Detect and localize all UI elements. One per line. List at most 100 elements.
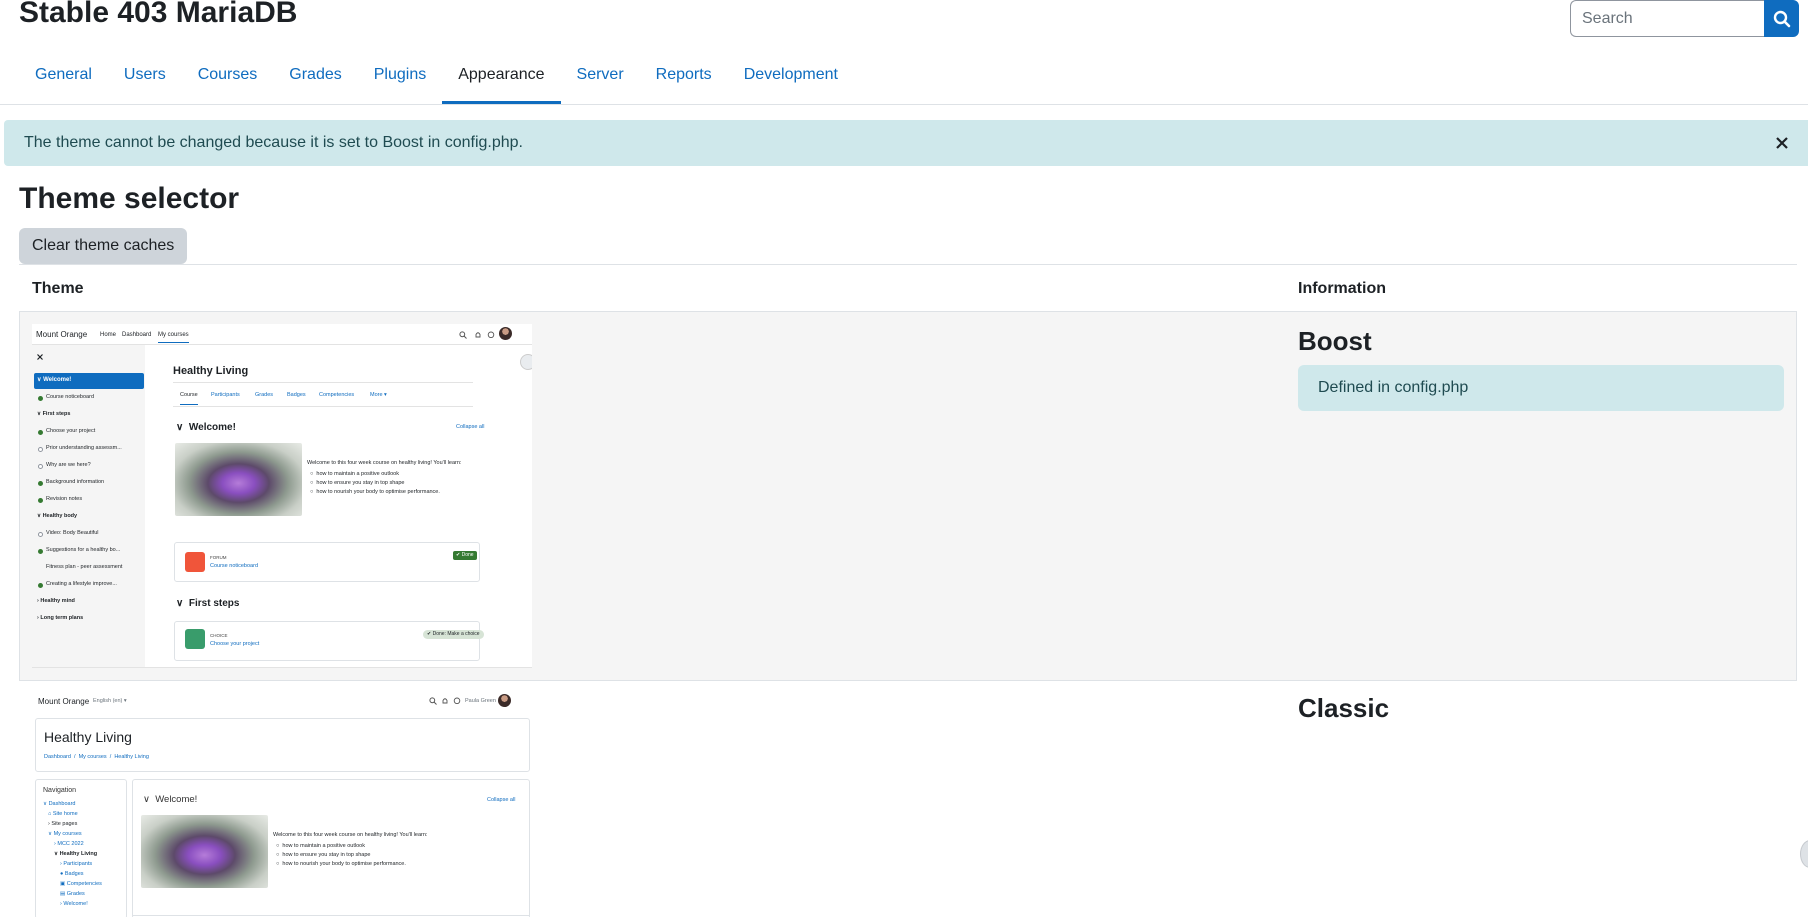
preview-forum-type: FORUM [210,555,227,560]
preview-drawer-item: ∨ Welcome! [37,377,72,383]
site-title: Stable 403 MariaDB [19,0,298,29]
preview-bullet: ○ how to maintain a positive outlook [276,843,365,849]
preview-course-tab: Competencies [319,392,355,398]
search-form [1570,0,1799,37]
preview-section-welcome: ∨ Welcome! [176,422,236,433]
preview-brand: Mount Orange [38,697,90,706]
preview-choice-type: CHOICE [210,633,228,638]
search-input[interactable] [1570,0,1764,37]
preview-bullet: ○ how to ensure you stay in top shape [276,852,371,858]
preview-done-badge: ✔ Done [453,551,477,560]
table-divider [19,264,1797,265]
preview-breadcrumb: Dashboard / My courses / Healthy Living [44,754,149,760]
tab-server[interactable]: Server [561,58,640,104]
preview-drawer-item: Suggestions for a healthy bo... [46,547,121,553]
theme-name-boost: Boost [1298,326,1372,356]
preview-nav-item: ⌂ Site home [48,811,78,817]
preview-drawer-item: Creating a lifestyle improve... [46,581,117,587]
preview-forum-name: Course noticeboard [210,563,259,569]
preview-chat-icon [487,331,495,339]
preview-course-tab: Badges [287,392,306,398]
preview-course-tab: Grades [255,392,274,398]
preview-drawer-item: Background information [46,479,105,485]
preview-search-icon [429,697,437,705]
preview-intro: Welcome to this four week course on heal… [273,832,428,838]
preview-drawer-item: Prior understanding assessm... [46,445,122,451]
preview-forum-icon [185,552,205,572]
preview-nav-item: › Participants [60,861,93,867]
preview-nav-item: ∨ My courses [48,831,82,837]
defined-in-config-badge: Defined in config.php [1298,365,1784,411]
admin-tabs: General Users Courses Grades Plugins App… [19,58,854,104]
search-icon [1773,10,1790,27]
preview-avatar [499,327,512,340]
preview-nav-item: › Site pages [48,821,78,827]
preview-bell-icon [475,332,481,338]
preview-nav-item: ∨ Healthy Living [54,851,98,857]
theme-name-classic: Classic [1298,693,1390,723]
tab-users[interactable]: Users [108,58,182,104]
preview-bullet: ○ how to nourish your body to optimise p… [276,861,406,867]
preview-bell-icon [442,698,448,704]
preview-nav-item: › MCC 2022 [54,841,84,847]
preview-drawer-section: ∨ First steps [37,411,71,417]
preview-choice-badge: ✔ Done: Make a choice [423,630,484,639]
preview-nav-item: ▣ Competencies [60,881,102,887]
alert-message: The theme cannot be changed because it i… [24,134,523,151]
preview-drawer-section: › Long term plans [37,615,84,621]
tab-courses[interactable]: Courses [182,58,274,104]
preview-choice-name: Choose your project [210,641,260,647]
preview-search-icon [459,331,467,339]
preview-avatar [498,694,511,707]
preview-bullet: ○ how to maintain a positive outlook [310,471,399,477]
preview-choice-icon [185,629,205,649]
preview-drawer-toggle [520,354,532,370]
preview-nav-item: › Welcome! [60,901,88,907]
preview-drawer-section: ∨ Healthy body [37,513,78,519]
preview-drawer-item: Course noticeboard [46,394,95,400]
preview-drawer-item: Revision notes [46,496,83,502]
preview-section-welcome: ∨ Welcome! [143,794,198,805]
tab-appearance[interactable]: Appearance [442,58,561,104]
preview-nav-item: ● Badges [60,871,84,877]
preview-nav-dashboard: Dashboard [122,332,152,338]
preview-lotus-image [175,443,302,516]
preview-drawer-section: › Healthy mind [37,598,75,604]
preview-drawer-item: Video: Body Beautiful [46,530,99,536]
preview-drawer-item: Why are we here? [46,462,91,468]
preview-course-tab: Course [180,392,198,405]
preview-section-first: ∨ First steps [176,598,240,609]
preview-course-title: Healthy Living [173,365,249,377]
preview-language: English (en) ▾ [93,698,127,704]
classic-theme-preview[interactable]: Mount Orange English (en) ▾ Paula Green … [32,690,532,917]
preview-bullet: ○ how to nourish your body to optimise p… [310,489,440,495]
close-icon[interactable] [1772,133,1792,153]
preview-page-header [35,718,530,772]
preview-collapse-all: Collapse all [487,797,516,803]
clear-theme-caches-button[interactable]: Clear theme caches [19,228,188,264]
preview-collapse-all: Collapse all [456,424,485,430]
tab-general[interactable]: General [19,58,108,104]
search-button[interactable] [1764,0,1799,37]
preview-bullet: ○ how to ensure you stay in top shape [310,480,405,486]
preview-drawer-item: Fitness plan - peer assessment [46,564,123,570]
preview-intro: Welcome to this four week course on heal… [307,460,462,466]
boost-theme-preview[interactable]: Mount Orange Home Dashboard My courses ∨… [32,324,532,668]
tabs-divider [0,104,1808,105]
page-title: Theme selector [19,182,240,215]
preview-chat-icon [453,697,461,705]
preview-nav-item: ∨ Dashboard [43,801,76,807]
preview-brand: Mount Orange [36,330,88,339]
preview-nav-item: ▤ Grades [60,891,85,897]
tab-plugins[interactable]: Plugins [358,58,442,104]
drawer-toggle-handle[interactable] [1800,840,1808,868]
tab-reports[interactable]: Reports [640,58,728,104]
tab-development[interactable]: Development [728,58,854,104]
tab-grades[interactable]: Grades [273,58,357,104]
preview-course-tab: Participants [211,392,240,398]
column-header-theme: Theme [32,280,84,297]
preview-course-tab: More ▾ [370,392,387,398]
preview-drawer-item: Choose your project [46,428,96,434]
preview-nav-home: Home [100,332,117,338]
theme-alert: The theme cannot be changed because it i… [4,120,1808,166]
